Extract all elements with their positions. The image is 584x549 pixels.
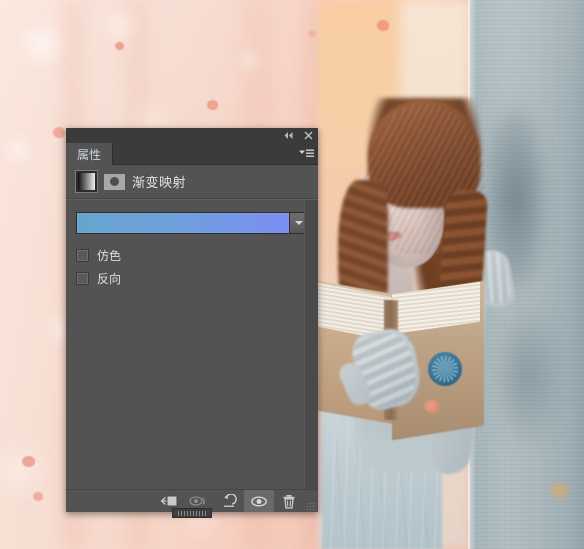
panel-menu-icon[interactable] <box>298 147 314 161</box>
properties-panel[interactable]: 属性 渐变映射 仿色 反向 <box>66 128 318 518</box>
falling-petal <box>115 42 124 50</box>
collapse-icon[interactable] <box>282 130 294 142</box>
wall-cast-shadow-lower <box>500 300 584 490</box>
option-row-reverse[interactable]: 反向 <box>76 270 308 286</box>
adjustment-title: 渐变映射 <box>132 175 187 190</box>
clip-to-layer-icon[interactable] <box>104 173 125 190</box>
book-cover-emblem-detail <box>432 356 458 382</box>
falling-petal <box>308 30 316 37</box>
option-row-dither[interactable]: 仿色 <box>76 247 308 263</box>
tab-properties-label: 属性 <box>77 147 102 162</box>
clip-dot <box>110 177 119 186</box>
adjustment-header: 渐变映射 <box>66 165 318 199</box>
falling-petal <box>53 127 65 138</box>
chevron-down-icon <box>294 221 303 225</box>
screenshot-root: 属性 渐变映射 仿色 反向 <box>0 0 584 549</box>
falling-petal <box>377 20 389 31</box>
reverse-checkbox[interactable] <box>76 271 89 285</box>
tab-row-filler <box>113 143 318 165</box>
toggle-visibility-button[interactable] <box>244 490 274 512</box>
close-icon[interactable] <box>302 130 314 142</box>
panel-body: 仿色 反向 <box>66 199 318 489</box>
gradient-preview[interactable] <box>76 212 290 234</box>
falling-petal <box>550 483 569 498</box>
tab-properties[interactable]: 属性 <box>66 143 114 165</box>
panel-resize-grip[interactable] <box>304 489 318 514</box>
falling-petal <box>207 100 218 110</box>
reset-button[interactable] <box>214 490 244 512</box>
delete-adjustment-button[interactable] <box>274 490 304 512</box>
petal-on-book <box>424 400 440 413</box>
gradient-picker-row[interactable] <box>76 212 308 234</box>
panel-footer-toolbar[interactable] <box>66 489 318 518</box>
dither-checkbox[interactable] <box>76 248 89 262</box>
panel-scrollbar[interactable] <box>304 200 318 489</box>
falling-petal <box>33 492 43 501</box>
panel-titlebar[interactable] <box>66 128 318 143</box>
panel-tab-row[interactable]: 属性 <box>66 143 318 165</box>
gradient-thumbnail-icon[interactable] <box>76 171 97 192</box>
falling-petal <box>22 456 35 467</box>
reverse-label: 反向 <box>97 271 122 286</box>
panel-bottom-drag-handle[interactable] <box>172 508 212 518</box>
dither-label: 仿色 <box>97 248 122 263</box>
